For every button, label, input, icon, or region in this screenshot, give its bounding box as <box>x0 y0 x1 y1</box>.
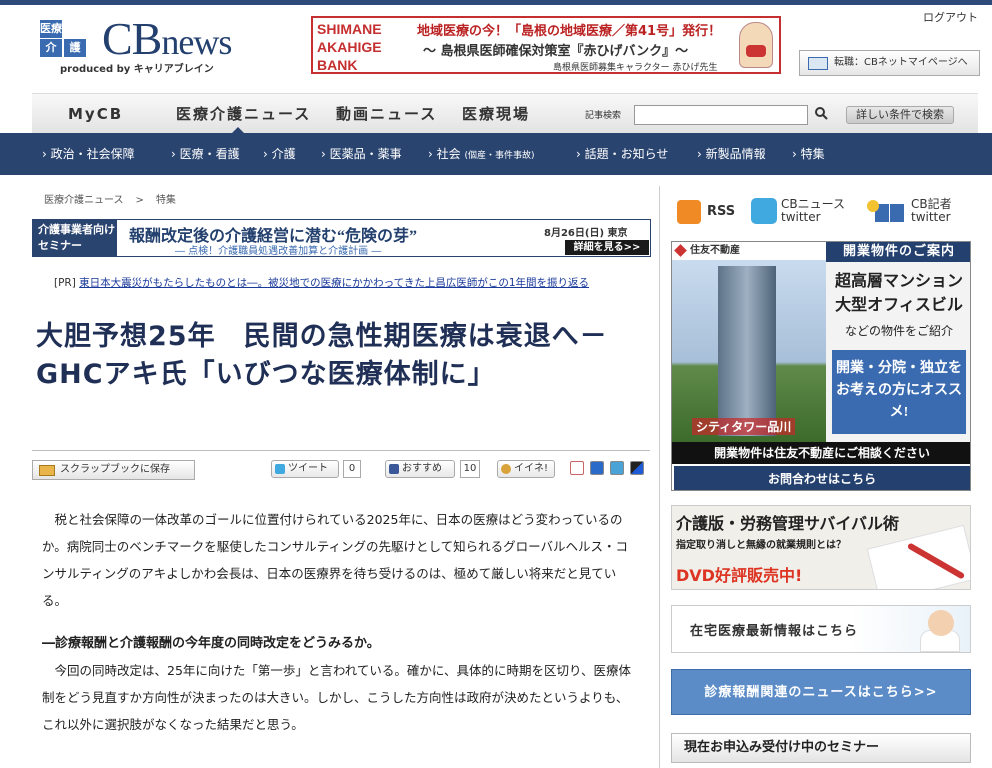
scrapbook-icon <box>39 465 55 476</box>
bookmark-icon[interactable] <box>570 461 584 475</box>
ad-heading: 開業物件のご案内 <box>826 242 970 262</box>
cbnews-logo[interactable]: 医療 介 護 CBnews produced by キャリアブレイン <box>40 13 280 76</box>
article-body: 税と社会保障の一体改革のゴールに位置付けられている2025年に、日本の医療はどう… <box>42 506 638 738</box>
facebook-icon <box>389 464 399 474</box>
home-medical-info-banner[interactable]: 在宅医療最新情報はこちら <box>671 605 971 653</box>
tweet-button[interactable]: ツイート <box>271 460 339 478</box>
iine-label: イイネ! <box>514 463 549 474</box>
twitter-bird-icon <box>275 464 285 474</box>
tab-field[interactable]: 医療現場 <box>462 94 530 134</box>
pr-link[interactable]: 東日本大震災がもたらしたものとは―。被災地での医療にかかわってきた上昌広医師がこ… <box>79 277 589 289</box>
breadcrumb-current[interactable]: 特集 <box>156 195 176 206</box>
banner-line-2: 〜 島根県医師確保対策室『赤ひげバンク』〜 <box>423 44 689 59</box>
tower-image <box>718 266 776 436</box>
title-divider <box>32 450 650 451</box>
top-accent-bar <box>0 0 992 5</box>
cat-new-products[interactable]: 新製品情報 <box>697 133 766 175</box>
ad-title: 超高層マンション 大型オフィスビル <box>834 273 963 314</box>
nurse-face-image <box>928 610 954 636</box>
seminar-tag: 介護事業者向けセミナー <box>33 220 117 256</box>
delicious-icon[interactable] <box>630 461 644 475</box>
banner-line-3: 島根県医師募集キャラクター 赤ひげ先生 <box>553 63 718 73</box>
medical-fee-news-banner[interactable]: 診療報酬関連のニュースはこちら>> <box>671 669 971 715</box>
logo-produced-by: produced by キャリアブレイン <box>60 64 214 75</box>
search-input[interactable] <box>634 105 808 125</box>
ad-contact-button[interactable]: お問合わせはこちら <box>672 464 970 490</box>
category-nav: 政治・社会保障 医療・看護 介護 医薬品・薬事 社会 (個産・事件事故) 話題・… <box>0 133 992 175</box>
advanced-search-button[interactable]: 詳しい条件で検索 <box>846 106 954 124</box>
scrapbook-button[interactable]: スクラップブックに保存 <box>32 460 195 480</box>
akahige-mascot-icon <box>739 22 773 68</box>
seminar-banner[interactable]: 介護事業者向けセミナー 報酬改定後の介護経営に潜む“危険の芽” ― 点検！介護職… <box>32 219 651 257</box>
logo-wordmark: CBnews <box>102 13 232 64</box>
cat-special[interactable]: 特集 <box>792 133 825 175</box>
breadcrumb-home[interactable]: 医療介護ニュース <box>44 195 124 206</box>
ad2-subtitle: 指定取り消しと無縁の就業規則とは？ <box>676 540 846 551</box>
logo-badge-go: 護 <box>64 39 86 57</box>
article-title: 大胆予想25年 民間の急性期医療は衰退へ－ GHCアキ氏「いびつな医療体制に」 <box>36 321 608 390</box>
cb-reporter-icon[interactable] <box>867 198 907 224</box>
mixi-icon <box>501 464 511 474</box>
mypage-button-label: 転職：CBネットマイページへ <box>834 57 968 68</box>
main-nav: MyCB 医療介護ニュース 動画ニュース 医療現場 記事検索 詳しい条件で検索 <box>32 93 978 133</box>
mypage-button[interactable]: 転職：CBネットマイページへ <box>799 50 980 76</box>
breadcrumb-sep: > <box>135 195 144 206</box>
scrapbook-label: スクラップブックに保存 <box>60 464 170 475</box>
seminar-subtitle: ― 点検！介護職員処遇改善加算と介護計画 ― <box>175 246 382 257</box>
cat-medical-nursing[interactable]: 医療・看護 <box>171 133 240 175</box>
monitor-icon <box>808 57 828 70</box>
twitter-icon[interactable] <box>751 198 777 224</box>
logout-link[interactable]: ログアウト <box>923 9 978 25</box>
cat-politics[interactable]: 政治・社会保障 <box>42 133 135 175</box>
search-label: 記事検索 <box>585 111 622 121</box>
article-paragraph: 今回の同時改定は、25年に向けた「第一歩」と言われている。確かに、具体的に時期を… <box>42 663 632 732</box>
sns-links: RSS CBニュース twitter CB記者 twitter <box>671 194 971 230</box>
tweet-count: 0 <box>343 460 361 478</box>
ad-consult-line: 開業物件は住友不動産にご相談ください <box>672 442 970 464</box>
article-paragraph: 税と社会保障の一体改革のゴールに位置付けられている2025年に、日本の医療はどう… <box>42 512 629 608</box>
cat-pharma[interactable]: 医薬品・薬事 <box>321 133 402 175</box>
ad2-dvd: DVD好評販売中! <box>676 566 803 585</box>
banner-line-1: 地域医療の今！「島根の地域医療／第41号」発行！ <box>417 24 722 39</box>
seminar-more-button[interactable]: 詳細を見る>> <box>565 240 649 255</box>
ad-blue-box: 開業・分院・独立をお考えの方にオススメ! <box>832 350 966 434</box>
akahige-bank-banner[interactable]: SHIMANE AKAHIGE BANK 地域医療の今！「島根の地域医療／第41… <box>311 16 781 74</box>
tab-mycb[interactable]: MyCB <box>68 94 123 134</box>
banner-bank-name: SHIMANE AKAHIGE BANK <box>317 21 382 73</box>
ad-brand: 住友不動産 <box>672 242 826 260</box>
article-question: ―診療報酬と介護報酬の今年度の同時改定をどうみるか。 <box>42 636 380 651</box>
recommend-label: おすすめ <box>402 463 442 474</box>
ad2-title: 介護版・労務管理サバイバル術 <box>676 514 900 533</box>
pr-line: [PR] 東日本大震災がもたらしたものとは―。被災地での医療にかかわってきた上昌… <box>54 275 589 290</box>
share-pencil-icon[interactable] <box>610 461 624 475</box>
seminar-list-heading: 現在お申込み受付け中のセミナー <box>671 733 971 763</box>
search-icon[interactable] <box>815 107 828 120</box>
cat-society[interactable]: 社会 (個産・事件事故) <box>428 133 535 175</box>
rss-label[interactable]: RSS <box>707 204 735 219</box>
ad-building-name: シティタワー品川 <box>692 418 796 435</box>
pr-label: [PR] <box>54 277 76 289</box>
ad3-label: 在宅医療最新情報はこちら <box>690 624 859 639</box>
hatena-bookmark-icon[interactable] <box>590 461 604 475</box>
sidebar-divider <box>659 186 660 768</box>
cat-topics[interactable]: 話題・お知らせ <box>576 133 669 175</box>
ad-subtitle: などの物件をご紹介 <box>844 324 953 338</box>
tweet-label: ツイート <box>288 463 328 474</box>
cat-care[interactable]: 介護 <box>263 133 296 175</box>
sumitomo-realty-ad[interactable]: 住友不動産 シティタワー品川 開業物件のご案内 超高層マンション 大型オフィスビル… <box>671 241 971 491</box>
facebook-recommend-button[interactable]: おすすめ <box>385 460 455 478</box>
breadcrumb: 医療介護ニュース > 特集 <box>44 191 176 206</box>
tab-video-news[interactable]: 動画ニュース <box>336 94 437 134</box>
logo-badge-kai: 介 <box>40 39 62 57</box>
twitter-reporter-label[interactable]: CB記者 twitter <box>911 198 971 224</box>
document-image <box>866 524 970 589</box>
twitter-news-label[interactable]: CBニュース twitter <box>781 198 861 224</box>
mixi-iine-button[interactable]: イイネ! <box>497 460 555 478</box>
seminar-date: 8月26日(日) 東京 <box>544 228 628 239</box>
labor-management-dvd-ad[interactable]: 介護版・労務管理サバイバル術 指定取り消しと無縁の就業規則とは？ DVD好評販売… <box>671 505 971 590</box>
rss-icon[interactable] <box>677 200 701 224</box>
logo-badge-iryo: 医療 <box>40 20 62 38</box>
recommend-count: 10 <box>460 460 480 478</box>
